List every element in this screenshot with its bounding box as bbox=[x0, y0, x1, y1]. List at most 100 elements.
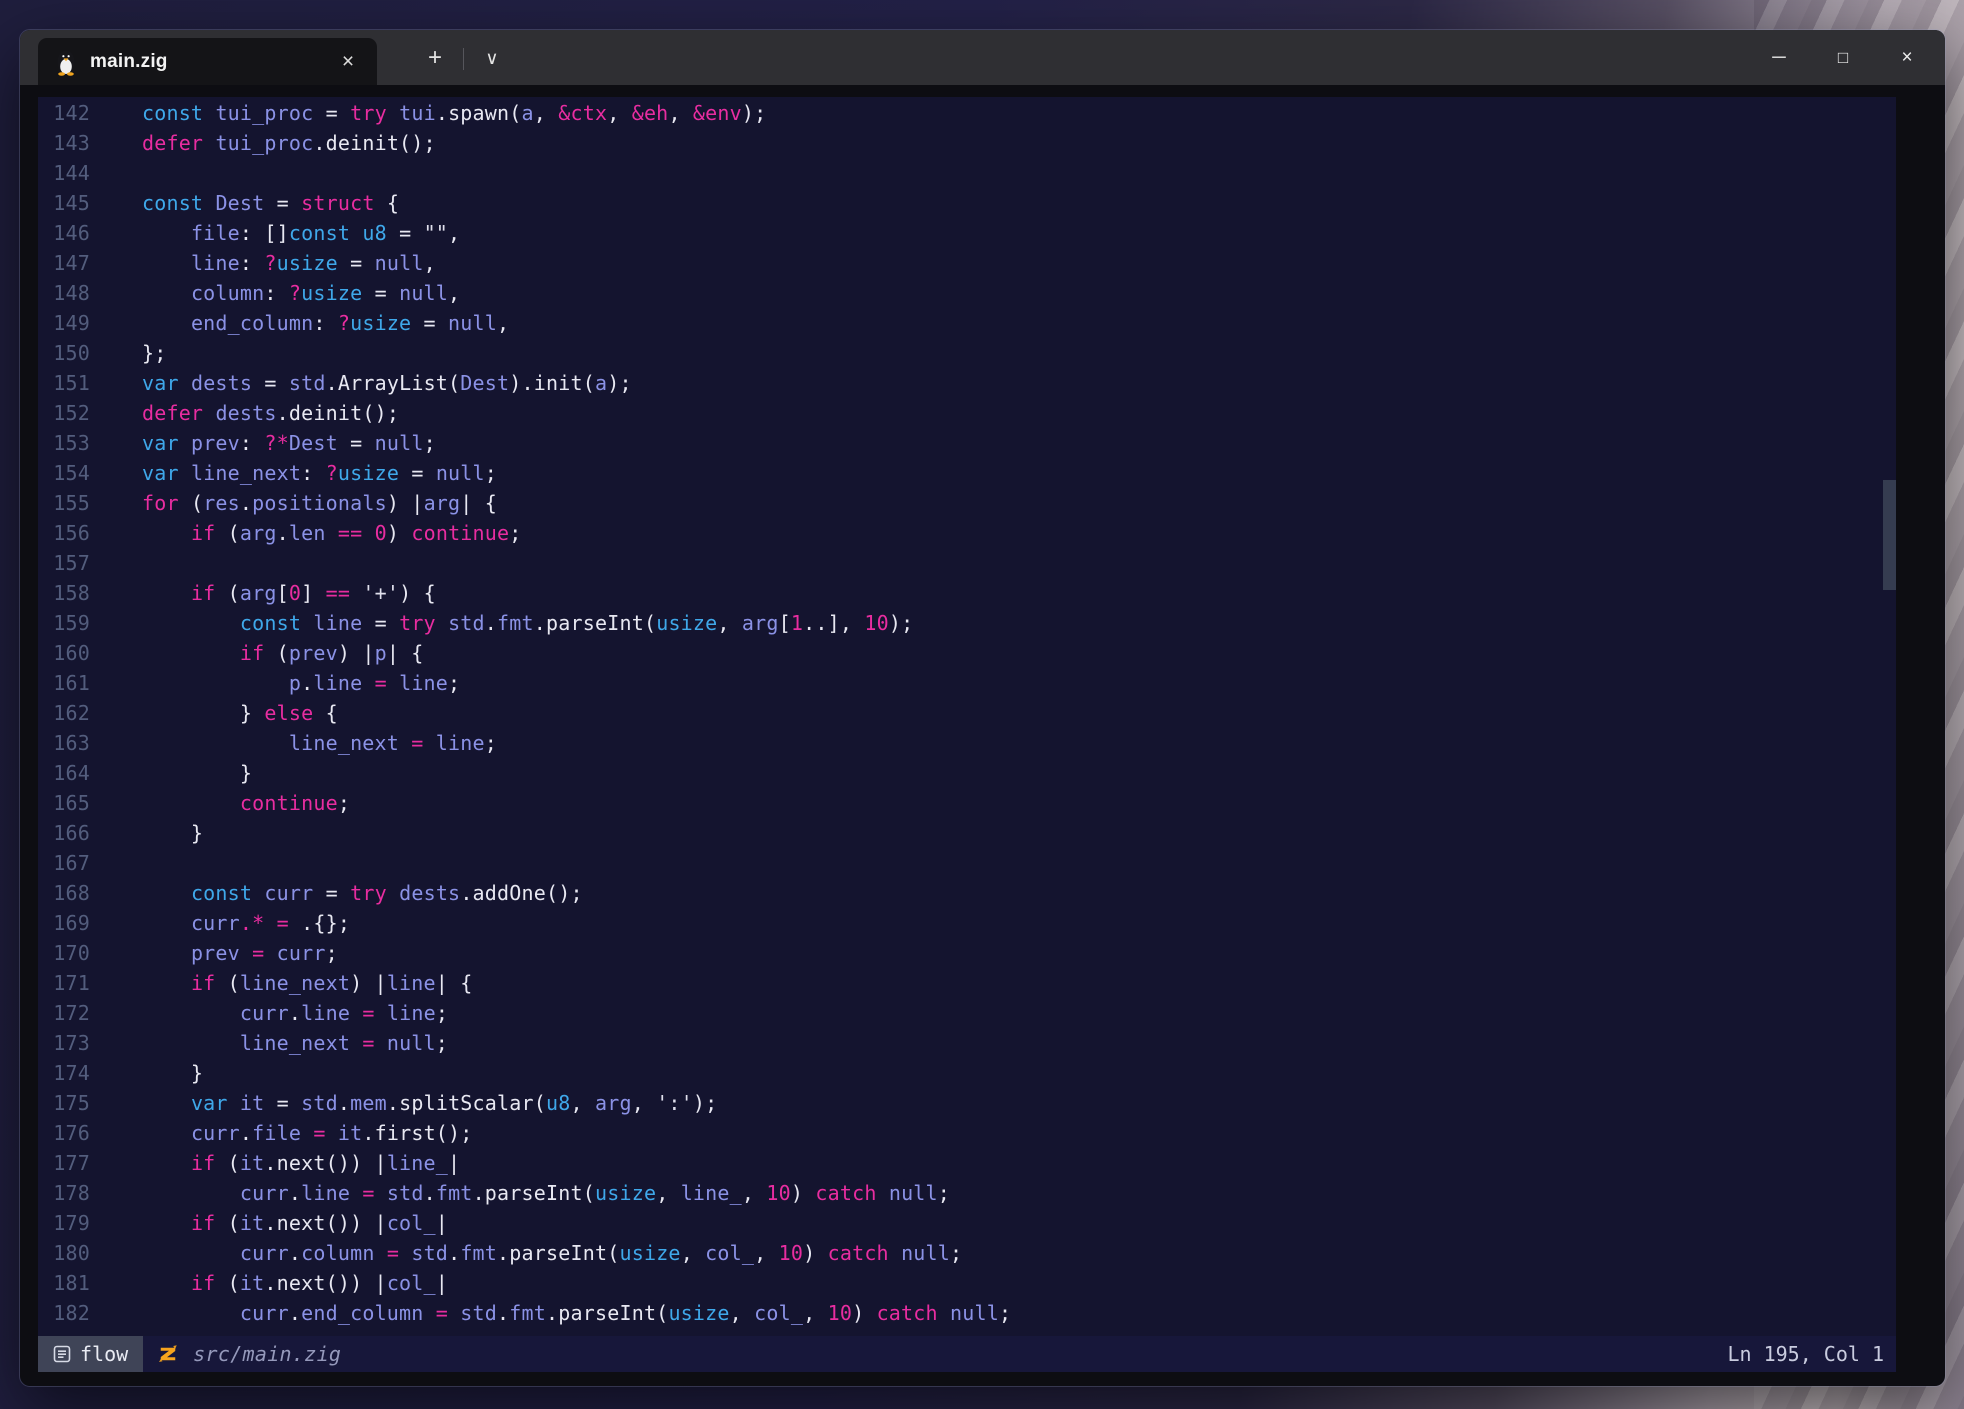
line-number: 166 bbox=[38, 818, 90, 848]
code-text: const Dest = struct { bbox=[93, 191, 399, 215]
code-line[interactable]: 154 var line_next: ?usize = null; bbox=[38, 458, 1896, 488]
code-text: prev = curr; bbox=[93, 941, 338, 965]
line-number: 182 bbox=[38, 1298, 90, 1328]
code-line[interactable]: 173 line_next = null; bbox=[38, 1028, 1896, 1058]
tux-linux-icon bbox=[54, 48, 78, 76]
code-line[interactable]: 167 bbox=[38, 848, 1896, 878]
code-text: curr.end_column = std.fmt.parseInt(usize… bbox=[93, 1301, 1011, 1325]
code-text: p.line = line; bbox=[93, 671, 460, 695]
line-number: 145 bbox=[38, 188, 90, 218]
line-number: 176 bbox=[38, 1118, 90, 1148]
code-line[interactable]: 156 if (arg.len == 0) continue; bbox=[38, 518, 1896, 548]
code-line[interactable]: 151 var dests = std.ArrayList(Dest).init… bbox=[38, 368, 1896, 398]
line-number: 152 bbox=[38, 398, 90, 428]
tab-dropdown-button[interactable]: ∨ bbox=[472, 43, 512, 73]
code-text: column: ?usize = null, bbox=[93, 281, 460, 305]
code-line[interactable]: 172 curr.line = line; bbox=[38, 998, 1896, 1028]
code-line[interactable]: 155 for (res.positionals) |arg| { bbox=[38, 488, 1896, 518]
code-line[interactable]: 177 if (it.next()) |line_| bbox=[38, 1148, 1896, 1178]
line-number: 180 bbox=[38, 1238, 90, 1268]
code-line[interactable]: 153 var prev: ?*Dest = null; bbox=[38, 428, 1896, 458]
code-line[interactable]: 179 if (it.next()) |col_| bbox=[38, 1208, 1896, 1238]
code-text: end_column: ?usize = null, bbox=[93, 311, 509, 335]
minimize-button[interactable]: ─ bbox=[1747, 30, 1811, 85]
code-line[interactable]: 169 curr.* = .{}; bbox=[38, 908, 1896, 938]
code-text: const line = try std.fmt.parseInt(usize,… bbox=[93, 611, 913, 635]
code-text: var it = std.mem.splitScalar(u8, arg, ':… bbox=[93, 1091, 717, 1115]
code-line[interactable]: 166 } bbox=[38, 818, 1896, 848]
code-text: curr.* = .{}; bbox=[93, 911, 350, 935]
line-number: 155 bbox=[38, 488, 90, 518]
line-number: 143 bbox=[38, 128, 90, 158]
code-line[interactable]: 160 if (prev) |p| { bbox=[38, 638, 1896, 668]
code-text: } bbox=[93, 761, 252, 785]
line-number: 156 bbox=[38, 518, 90, 548]
line-number: 157 bbox=[38, 548, 90, 578]
code-line[interactable]: 168 const curr = try dests.addOne(); bbox=[38, 878, 1896, 908]
code-line[interactable]: 152 defer dests.deinit(); bbox=[38, 398, 1896, 428]
code-text: if (it.next()) |col_| bbox=[93, 1211, 448, 1235]
code-line[interactable]: 145 const Dest = struct { bbox=[38, 188, 1896, 218]
line-number: 170 bbox=[38, 938, 90, 968]
code-line[interactable]: 174 } bbox=[38, 1058, 1896, 1088]
flow-mode-button[interactable]: flow bbox=[38, 1336, 143, 1372]
code-line[interactable]: 149 end_column: ?usize = null, bbox=[38, 308, 1896, 338]
code-line[interactable]: 162 } else { bbox=[38, 698, 1896, 728]
code-text: line: ?usize = null, bbox=[93, 251, 436, 275]
maximize-button[interactable]: □ bbox=[1811, 30, 1875, 85]
code-text: curr.line = std.fmt.parseInt(usize, line… bbox=[93, 1181, 950, 1205]
code-text: }; bbox=[93, 341, 166, 365]
code-text: for (res.positionals) |arg| { bbox=[93, 491, 497, 515]
code-text: var line_next: ?usize = null; bbox=[93, 461, 497, 485]
flow-mode-label: flow bbox=[80, 1342, 128, 1366]
tab-main-zig[interactable]: main.zig × bbox=[38, 38, 377, 85]
code-text: line_next = line; bbox=[93, 731, 497, 755]
code-line[interactable]: 144 bbox=[38, 158, 1896, 188]
line-number: 168 bbox=[38, 878, 90, 908]
code-line[interactable]: 182 curr.end_column = std.fmt.parseInt(u… bbox=[38, 1298, 1896, 1328]
code-line[interactable]: 161 p.line = line; bbox=[38, 668, 1896, 698]
code-line[interactable]: 180 curr.column = std.fmt.parseInt(usize… bbox=[38, 1238, 1896, 1268]
code-line[interactable]: 143 defer tui_proc.deinit(); bbox=[38, 128, 1896, 158]
code-line[interactable]: 150 }; bbox=[38, 338, 1896, 368]
code-text: if (arg[0] == '+') { bbox=[93, 581, 436, 605]
line-number: 172 bbox=[38, 998, 90, 1028]
scrollbar-thumb[interactable] bbox=[1883, 480, 1896, 590]
line-number: 142 bbox=[38, 98, 90, 128]
tab-close-button[interactable]: × bbox=[333, 47, 363, 77]
tab-title: main.zig bbox=[90, 51, 168, 73]
close-button[interactable]: × bbox=[1875, 30, 1939, 85]
new-tab-button[interactable]: + bbox=[415, 43, 455, 73]
line-number: 163 bbox=[38, 728, 90, 758]
line-number: 177 bbox=[38, 1148, 90, 1178]
code-text: if (arg.len == 0) continue; bbox=[93, 521, 522, 545]
code-text: if (it.next()) |line_| bbox=[93, 1151, 460, 1175]
code-line[interactable]: 158 if (arg[0] == '+') { bbox=[38, 578, 1896, 608]
line-number: 165 bbox=[38, 788, 90, 818]
code-line[interactable]: 171 if (line_next) |line| { bbox=[38, 968, 1896, 998]
code-line[interactable]: 147 line: ?usize = null, bbox=[38, 248, 1896, 278]
code-line[interactable]: 146 file: []const u8 = "", bbox=[38, 218, 1896, 248]
code-line[interactable]: 157 bbox=[38, 548, 1896, 578]
titlebar[interactable]: main.zig × + ∨ ─ □ × bbox=[20, 30, 1945, 85]
code-line[interactable]: 165 continue; bbox=[38, 788, 1896, 818]
code-line[interactable]: 170 prev = curr; bbox=[38, 938, 1896, 968]
line-number: 158 bbox=[38, 578, 90, 608]
code-line[interactable]: 181 if (it.next()) |col_| bbox=[38, 1268, 1896, 1298]
code-line[interactable]: 159 const line = try std.fmt.parseInt(us… bbox=[38, 608, 1896, 638]
code-line[interactable]: 142 const tui_proc = try tui.spawn(a, &c… bbox=[38, 98, 1896, 128]
code-line[interactable]: 163 line_next = line; bbox=[38, 728, 1896, 758]
code-line[interactable]: 178 curr.line = std.fmt.parseInt(usize, … bbox=[38, 1178, 1896, 1208]
code-text: curr.line = line; bbox=[93, 1001, 448, 1025]
code-line[interactable]: 175 var it = std.mem.splitScalar(u8, arg… bbox=[38, 1088, 1896, 1118]
cursor-position: Ln 195, Col 1 bbox=[1727, 1342, 1884, 1366]
line-number: 174 bbox=[38, 1058, 90, 1088]
line-number: 159 bbox=[38, 608, 90, 638]
code-line[interactable]: 176 curr.file = it.first(); bbox=[38, 1118, 1896, 1148]
code-area[interactable]: 142 const tui_proc = try tui.spawn(a, &c… bbox=[38, 98, 1896, 1336]
code-line[interactable]: 164 } bbox=[38, 758, 1896, 788]
code-text: if (prev) |p| { bbox=[93, 641, 424, 665]
line-number: 167 bbox=[38, 848, 90, 878]
code-line[interactable]: 148 column: ?usize = null, bbox=[38, 278, 1896, 308]
code-text: defer dests.deinit(); bbox=[93, 401, 399, 425]
